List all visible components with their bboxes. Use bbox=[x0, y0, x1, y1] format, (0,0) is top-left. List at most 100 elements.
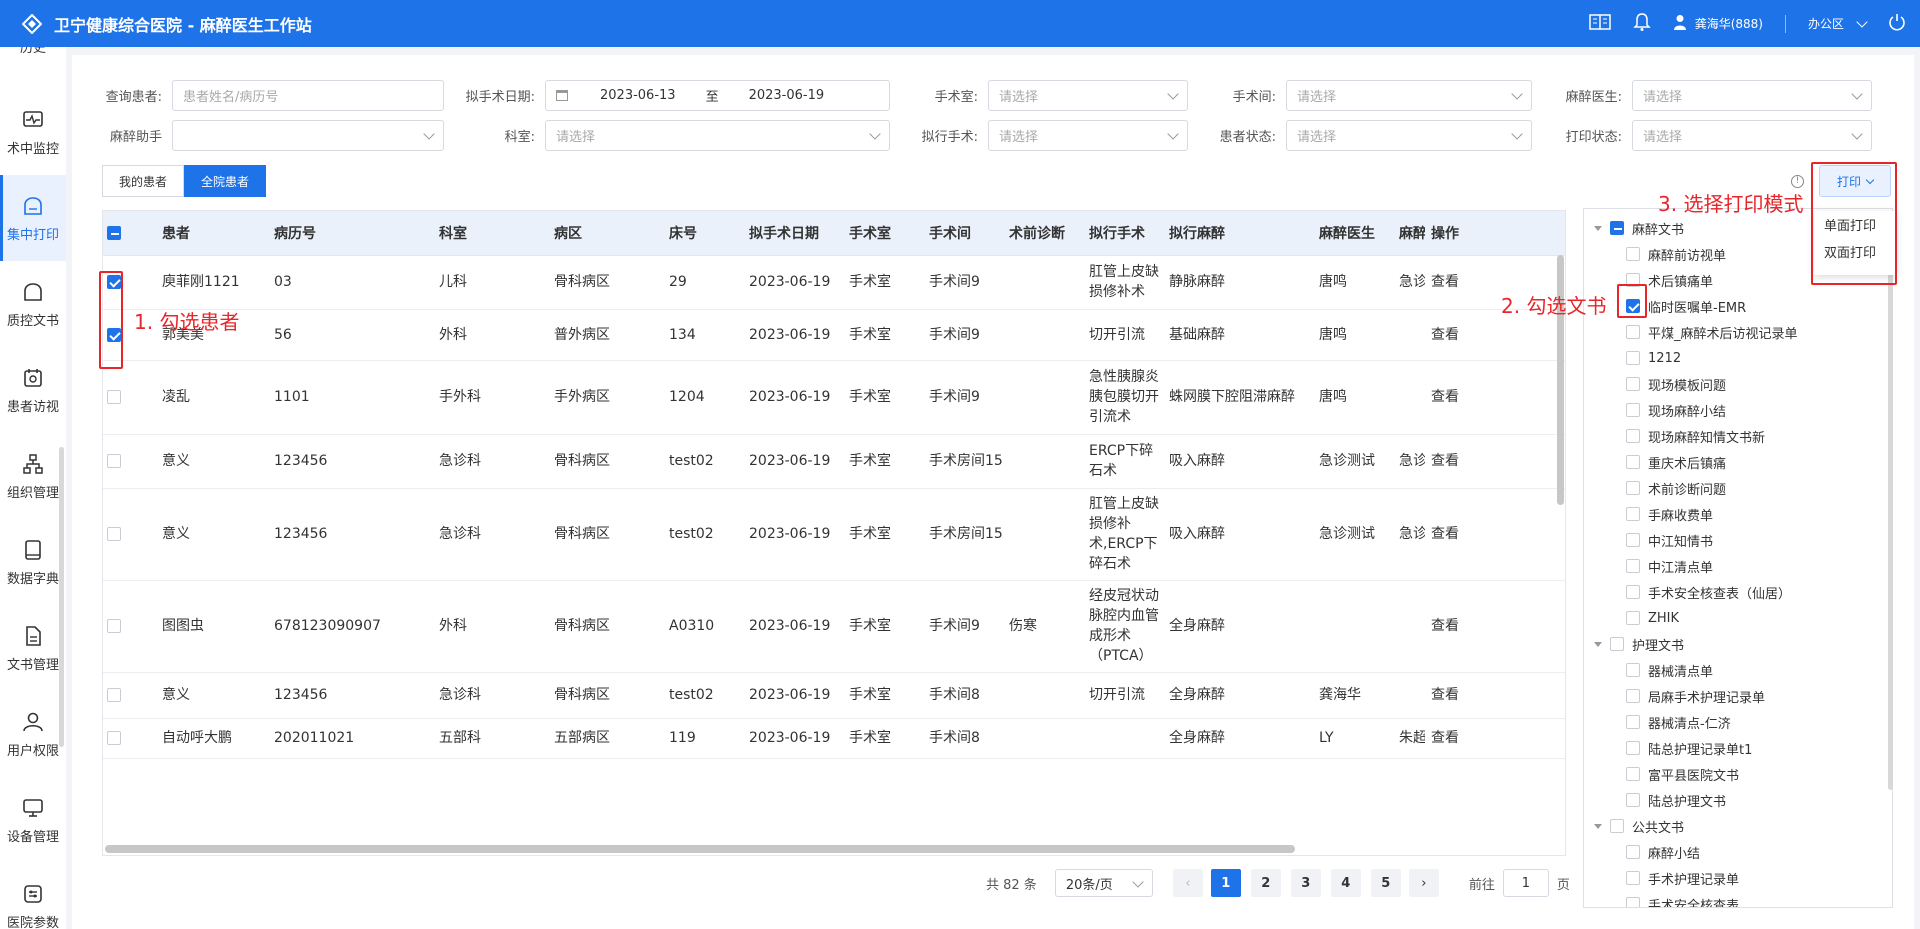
sidebar-item-document[interactable]: 质控文书 bbox=[0, 261, 66, 347]
tree-group[interactable]: 公共文书 bbox=[1594, 813, 1684, 839]
sidebar-item-book[interactable]: 数据字典 bbox=[0, 519, 66, 605]
tree-item[interactable]: 中江知情书 bbox=[1626, 527, 1713, 553]
tree-item-checkbox[interactable] bbox=[1626, 767, 1640, 781]
table-row[interactable]: 自动呼大鹏 202011021 五部科 五部病区 119 2023-06-19 手术室 手术间… bbox=[103, 718, 1565, 759]
sidebar-item-org[interactable]: 组织管理 bbox=[0, 433, 66, 519]
tree-item[interactable]: 手术护理记录单 bbox=[1626, 865, 1739, 891]
dept-select[interactable]: 请选择 bbox=[545, 120, 890, 151]
tree-item[interactable]: 中江清点单 bbox=[1626, 553, 1713, 579]
tree-item[interactable]: 现场麻醉知情文书新 bbox=[1626, 423, 1765, 449]
tree-item-checkbox[interactable] bbox=[1626, 715, 1640, 729]
tree-item[interactable]: 手术安全核查表（仙居） bbox=[1626, 579, 1791, 605]
tree-item-checkbox[interactable] bbox=[1626, 559, 1640, 573]
view-link[interactable]: 查看 bbox=[1425, 718, 1565, 759]
tree-group-checkbox[interactable] bbox=[1610, 221, 1624, 235]
view-link[interactable]: 查看 bbox=[1425, 672, 1565, 719]
next-page-button[interactable]: › bbox=[1408, 869, 1439, 897]
tree-item[interactable]: 麻醉小结 bbox=[1626, 839, 1700, 865]
tree-item[interactable]: ZHIK bbox=[1626, 605, 1679, 631]
table-row[interactable]: 图图虫 678123090907 外科 骨科病区 A0310 2023-06-19 手术室手… bbox=[103, 580, 1565, 673]
tree-group-checkbox[interactable] bbox=[1610, 637, 1624, 651]
view-link[interactable]: 查看 bbox=[1425, 360, 1565, 435]
room-select[interactable]: 请选择 bbox=[1286, 80, 1532, 111]
tree-item-checkbox[interactable] bbox=[1626, 689, 1640, 703]
tree-item-checkbox[interactable] bbox=[1626, 377, 1640, 391]
print-status-select[interactable]: 请选择 bbox=[1632, 120, 1872, 151]
tree-item[interactable]: 重庆术后镇痛 bbox=[1626, 449, 1726, 475]
table-row[interactable]: 凌乱 1101 手外科 手外病区 1204 2023-06-19 手术室 手术间9 急性胰腺炎胰… bbox=[103, 360, 1565, 435]
tree-item-checkbox[interactable] bbox=[1626, 455, 1640, 469]
expand-caret-icon[interactable] bbox=[1594, 225, 1602, 231]
tree-item[interactable]: 麻醉前访视单 bbox=[1626, 241, 1726, 267]
table-row[interactable]: 郭美美 56 外科 普外病区 134 2023-06-19 手术室 手术间9 切开引流 基础麻醉唐… bbox=[103, 309, 1565, 361]
view-link[interactable]: 查看 bbox=[1425, 434, 1565, 489]
select-all-checkbox[interactable] bbox=[107, 225, 121, 240]
table-row[interactable]: 意义 123456 急诊科 骨科病区 test02 2023-06-19 手术室 手术房间15… bbox=[103, 488, 1565, 581]
tree-item-checkbox[interactable] bbox=[1626, 481, 1640, 495]
sidebar-item-file[interactable]: 文书管理 bbox=[0, 605, 66, 691]
tab-all-patients[interactable]: 全院患者 bbox=[184, 165, 267, 197]
row-checkbox[interactable] bbox=[107, 688, 121, 702]
tree-item[interactable]: 陆总护理文书 bbox=[1626, 787, 1726, 813]
tree-item-checkbox[interactable] bbox=[1626, 351, 1640, 365]
page-button[interactable]: 5 bbox=[1370, 869, 1401, 897]
status-select[interactable]: 请选择 bbox=[1286, 120, 1532, 151]
assistant-select[interactable] bbox=[172, 120, 444, 151]
info-icon[interactable]: ! bbox=[1791, 175, 1804, 188]
tree-item-checkbox[interactable] bbox=[1626, 533, 1640, 547]
table-row[interactable]: 庾菲刚1121 03 儿科 骨科病区 29 2023-06-19 手术室 手术间9 肛管上皮缺损… bbox=[103, 255, 1565, 310]
table-horizontal-scrollbar[interactable] bbox=[105, 845, 1295, 853]
table-row[interactable]: 意义 123456 急诊科 骨科病区 test02 2023-06-19 手术室 手术间8 切开… bbox=[103, 672, 1565, 719]
row-checkbox[interactable] bbox=[107, 619, 121, 633]
sidebar-item-settings[interactable]: 医院参数 bbox=[0, 863, 66, 929]
tree-item[interactable]: 平煤_麻醉术后访视记录单 bbox=[1626, 319, 1798, 345]
tree-item[interactable]: 器械清点单 bbox=[1626, 657, 1713, 683]
page-button[interactable]: 2 bbox=[1250, 869, 1281, 897]
tree-scrollbar[interactable] bbox=[1888, 260, 1893, 790]
tree-item[interactable]: 富平县医院文书 bbox=[1626, 761, 1739, 787]
tree-item-checkbox[interactable] bbox=[1626, 663, 1640, 677]
tree-item-checkbox[interactable] bbox=[1626, 403, 1640, 417]
tree-item[interactable]: 现场模板问题 bbox=[1626, 371, 1726, 397]
surgery-select[interactable]: 请选择 bbox=[988, 120, 1188, 151]
view-link[interactable]: 查看 bbox=[1425, 488, 1565, 581]
patient-search-input[interactable]: 患者姓名/病历号 bbox=[172, 80, 444, 111]
tree-item[interactable]: 陆总护理记录单t1 bbox=[1626, 735, 1752, 761]
tree-item[interactable]: 器械清点-仁济 bbox=[1626, 709, 1731, 735]
tree-item-checkbox[interactable] bbox=[1626, 325, 1640, 339]
date-from[interactable]: 2023-06-13 bbox=[600, 88, 676, 103]
tree-item-checkbox[interactable] bbox=[1626, 247, 1640, 261]
row-checkbox-cell[interactable] bbox=[103, 718, 156, 759]
row-checkbox-cell[interactable] bbox=[103, 672, 156, 719]
tree-item-checkbox[interactable] bbox=[1626, 429, 1640, 443]
sidebar-item-user[interactable]: 用户权限 bbox=[0, 691, 66, 777]
sidebar-item-device[interactable]: 设备管理 bbox=[0, 777, 66, 863]
date-range-picker[interactable]: 2023-06-13 至 2023-06-19 bbox=[545, 80, 890, 111]
page-button[interactable]: 3 bbox=[1290, 869, 1321, 897]
page-size-select[interactable]: 20条/页 bbox=[1054, 869, 1153, 897]
tree-group[interactable]: 麻醉文书 bbox=[1594, 215, 1684, 241]
tree-item-checkbox[interactable] bbox=[1626, 611, 1640, 625]
tree-item-checkbox[interactable] bbox=[1626, 507, 1640, 521]
tree-item[interactable]: 现场麻醉小结 bbox=[1626, 397, 1726, 423]
sidebar-item-calendar[interactable]: 患者访视 bbox=[0, 347, 66, 433]
goto-page-input[interactable]: 1 bbox=[1502, 869, 1549, 897]
prev-page-button[interactable]: ‹ bbox=[1172, 869, 1203, 897]
tree-item-checkbox[interactable] bbox=[1626, 793, 1640, 807]
sidebar-item-history[interactable]: 历史 bbox=[0, 47, 66, 89]
tree-item-checkbox[interactable] bbox=[1626, 585, 1640, 599]
sidebar-item-print[interactable]: 集中打印 bbox=[0, 175, 66, 261]
row-checkbox-cell[interactable] bbox=[103, 434, 156, 489]
row-checkbox-cell[interactable] bbox=[103, 360, 156, 435]
tab-my-patients[interactable]: 我的患者 bbox=[102, 165, 185, 197]
table-row[interactable]: 意义 123456 急诊科 骨科病区 test02 2023-06-19 手术室 手术房间15… bbox=[103, 434, 1565, 489]
expand-caret-icon[interactable] bbox=[1594, 823, 1602, 829]
bell-icon[interactable] bbox=[1632, 12, 1651, 35]
row-checkbox-cell[interactable] bbox=[103, 580, 156, 673]
tree-item-checkbox[interactable] bbox=[1626, 845, 1640, 859]
tree-item[interactable]: 局麻手术护理记录单 bbox=[1626, 683, 1765, 709]
sidebar-item-monitor[interactable]: 术中监控 bbox=[0, 89, 66, 175]
tree-item[interactable]: 1212 bbox=[1626, 345, 1681, 371]
tree-item-checkbox[interactable] bbox=[1626, 741, 1640, 755]
or-select[interactable]: 请选择 bbox=[988, 80, 1188, 111]
